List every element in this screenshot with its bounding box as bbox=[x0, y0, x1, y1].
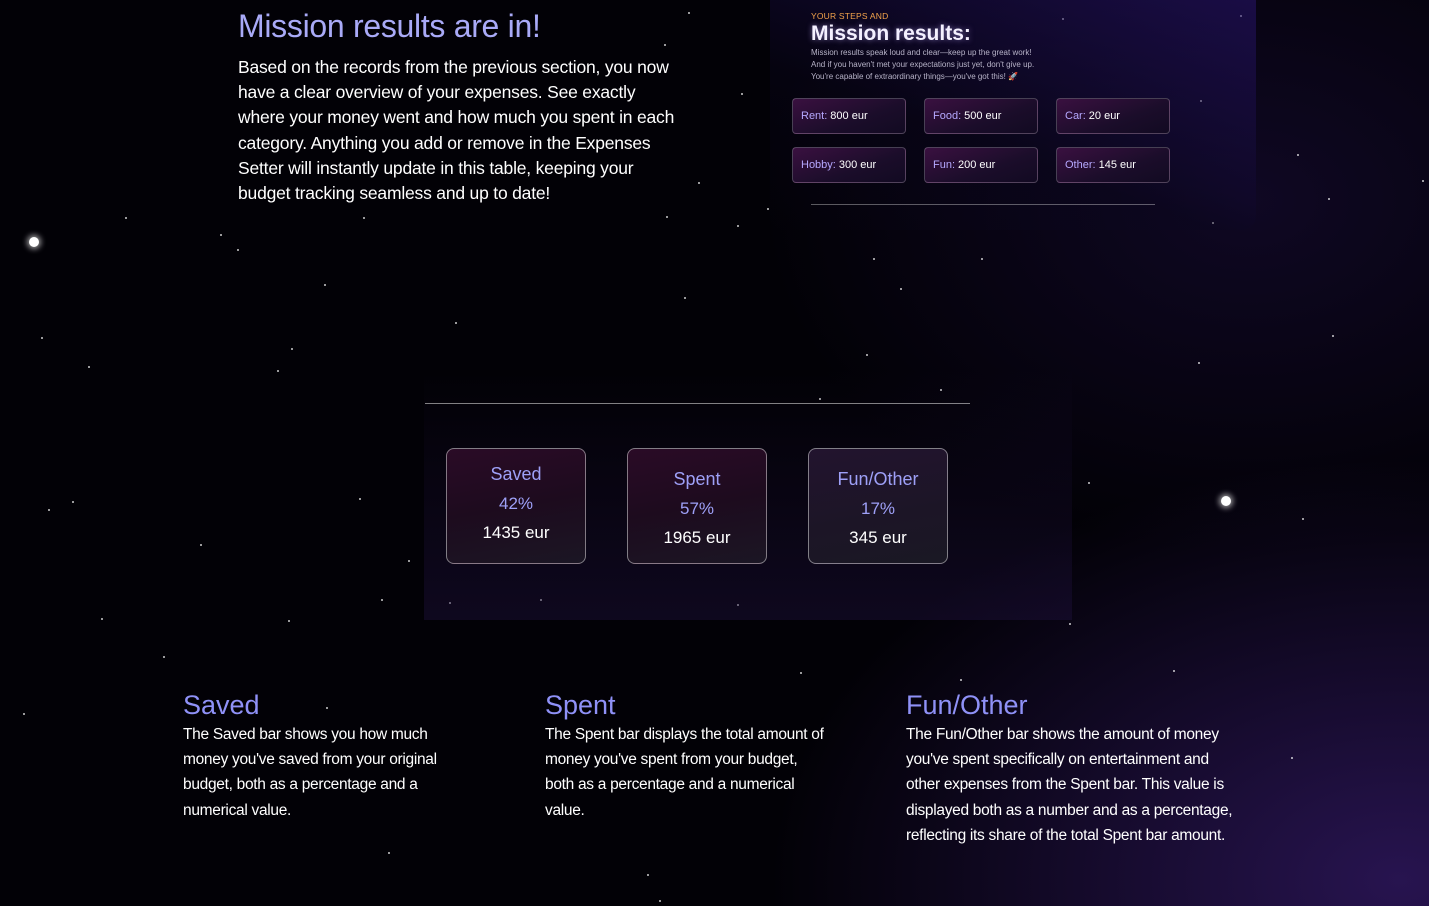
spent-explanation: Spent The Spent bar displays the total a… bbox=[545, 689, 830, 823]
star bbox=[698, 182, 700, 184]
expense-chip-value: 500 eur bbox=[964, 110, 1002, 122]
star bbox=[684, 297, 686, 299]
star bbox=[960, 679, 962, 681]
expense-chip-fun: Fun: 200 eur bbox=[924, 147, 1038, 183]
star bbox=[1173, 670, 1175, 672]
expense-chip-value: 20 eur bbox=[1088, 110, 1120, 122]
expense-chip-value: 300 eur bbox=[838, 159, 877, 171]
preview-message: Mission results speak loud and clear—kee… bbox=[811, 47, 1034, 83]
star bbox=[288, 620, 290, 622]
saved-explanation: Saved The Saved bar shows you how much m… bbox=[183, 689, 463, 823]
stats-divider bbox=[425, 403, 970, 404]
star bbox=[981, 258, 983, 260]
explanation-text: The Saved bar shows you how much money y… bbox=[183, 726, 437, 819]
intro-title: Mission results are in! bbox=[238, 8, 541, 44]
stat-amount: 345 eur bbox=[849, 528, 907, 547]
stat-percent: 17% bbox=[860, 499, 896, 518]
expense-chip-label: Other: bbox=[1065, 159, 1096, 171]
expense-chip-hobby: Hobby: 300 eur bbox=[792, 147, 906, 183]
star bbox=[23, 713, 25, 715]
star bbox=[237, 249, 239, 251]
star bbox=[1069, 623, 1071, 625]
star bbox=[455, 322, 457, 324]
star bbox=[41, 337, 43, 339]
stat-title: Spent bbox=[673, 469, 721, 489]
star bbox=[1297, 154, 1299, 156]
star bbox=[1328, 198, 1330, 200]
star bbox=[873, 258, 875, 260]
star bbox=[88, 366, 90, 368]
spent-stat-card: Spent 57% 1965 eur bbox=[627, 448, 767, 564]
star bbox=[866, 354, 868, 356]
star bbox=[48, 509, 50, 511]
star bbox=[741, 93, 743, 95]
star bbox=[125, 217, 127, 219]
preview-eyebrow: YOUR STEPS AND bbox=[811, 11, 889, 21]
star bbox=[767, 208, 769, 210]
star bbox=[200, 544, 202, 546]
expense-chip-label: Hobby: bbox=[801, 159, 836, 171]
star bbox=[291, 348, 293, 350]
star bbox=[1088, 482, 1090, 484]
explanation-title: Fun/Other bbox=[906, 690, 1028, 720]
star bbox=[647, 874, 649, 876]
stat-title: Saved bbox=[490, 464, 542, 484]
star bbox=[1332, 335, 1334, 337]
fun-other-explanation: Fun/Other The Fun/Other bar shows the am… bbox=[906, 689, 1246, 848]
star bbox=[29, 237, 39, 247]
explanation-text: The Fun/Other bar shows the amount of mo… bbox=[906, 726, 1233, 844]
expense-chip-label: Car: bbox=[1065, 110, 1086, 122]
intro-description: Based on the records from the previous s… bbox=[238, 57, 675, 204]
star bbox=[72, 501, 74, 503]
saved-stat-card: Saved 42% 1435 eur bbox=[446, 448, 586, 564]
star bbox=[163, 656, 165, 658]
star bbox=[1198, 362, 1200, 364]
mission-results-preview-panel: YOUR STEPS AND Mission results: Mission … bbox=[770, 0, 1256, 230]
expense-chip-food: Food: 500 eur bbox=[924, 98, 1038, 134]
expense-chip-rent: Rent: 800 eur bbox=[792, 98, 906, 134]
explanation-text: The Spent bar displays the total amount … bbox=[545, 726, 824, 819]
expense-chip-value: 200 eur bbox=[958, 159, 996, 171]
fun-other-stat-card: Fun/Other 17% 345 eur bbox=[808, 448, 948, 564]
star bbox=[381, 599, 383, 601]
star bbox=[1302, 518, 1304, 520]
preview-title: Mission results: bbox=[811, 22, 971, 45]
stat-amount: 1965 eur bbox=[663, 528, 731, 547]
star bbox=[101, 618, 103, 620]
star bbox=[324, 284, 326, 286]
expense-chip-label: Food: bbox=[933, 110, 962, 122]
star bbox=[277, 370, 279, 372]
expense-chip-label: Rent: bbox=[801, 110, 828, 122]
stat-amount: 1435 eur bbox=[482, 523, 550, 542]
star bbox=[900, 288, 902, 290]
expense-chip-other: Other: 145 eur bbox=[1056, 147, 1170, 183]
star bbox=[737, 225, 739, 227]
expense-chip-value: 800 eur bbox=[830, 110, 868, 122]
star bbox=[1221, 496, 1231, 506]
explanation-title: Spent bbox=[545, 690, 616, 720]
stat-percent: 42% bbox=[498, 494, 534, 513]
expense-chip-label: Fun: bbox=[933, 159, 956, 171]
star bbox=[1422, 180, 1424, 182]
star bbox=[800, 672, 802, 674]
star bbox=[666, 216, 668, 218]
star bbox=[220, 234, 222, 236]
preview-message-line: Mission results speak loud and clear—kee… bbox=[811, 48, 1032, 57]
star bbox=[688, 12, 690, 14]
star bbox=[659, 900, 661, 902]
star bbox=[363, 217, 365, 219]
expense-chip-car: Car: 20 eur bbox=[1056, 98, 1170, 134]
star bbox=[359, 498, 361, 500]
expense-chip-value: 145 eur bbox=[1098, 159, 1136, 171]
preview-message-line: You're capable of extraordinary things—y… bbox=[811, 72, 1019, 81]
star bbox=[408, 560, 410, 562]
stat-percent: 57% bbox=[679, 499, 715, 518]
preview-divider bbox=[811, 204, 1155, 205]
star bbox=[1291, 757, 1293, 759]
stat-title: Fun/Other bbox=[837, 469, 919, 489]
explanation-title: Saved bbox=[183, 690, 260, 720]
mission-results-intro: Mission results are in! Based on the rec… bbox=[238, 8, 678, 206]
star bbox=[388, 852, 390, 854]
preview-message-line: And if you haven't met your expectations… bbox=[811, 60, 1035, 69]
